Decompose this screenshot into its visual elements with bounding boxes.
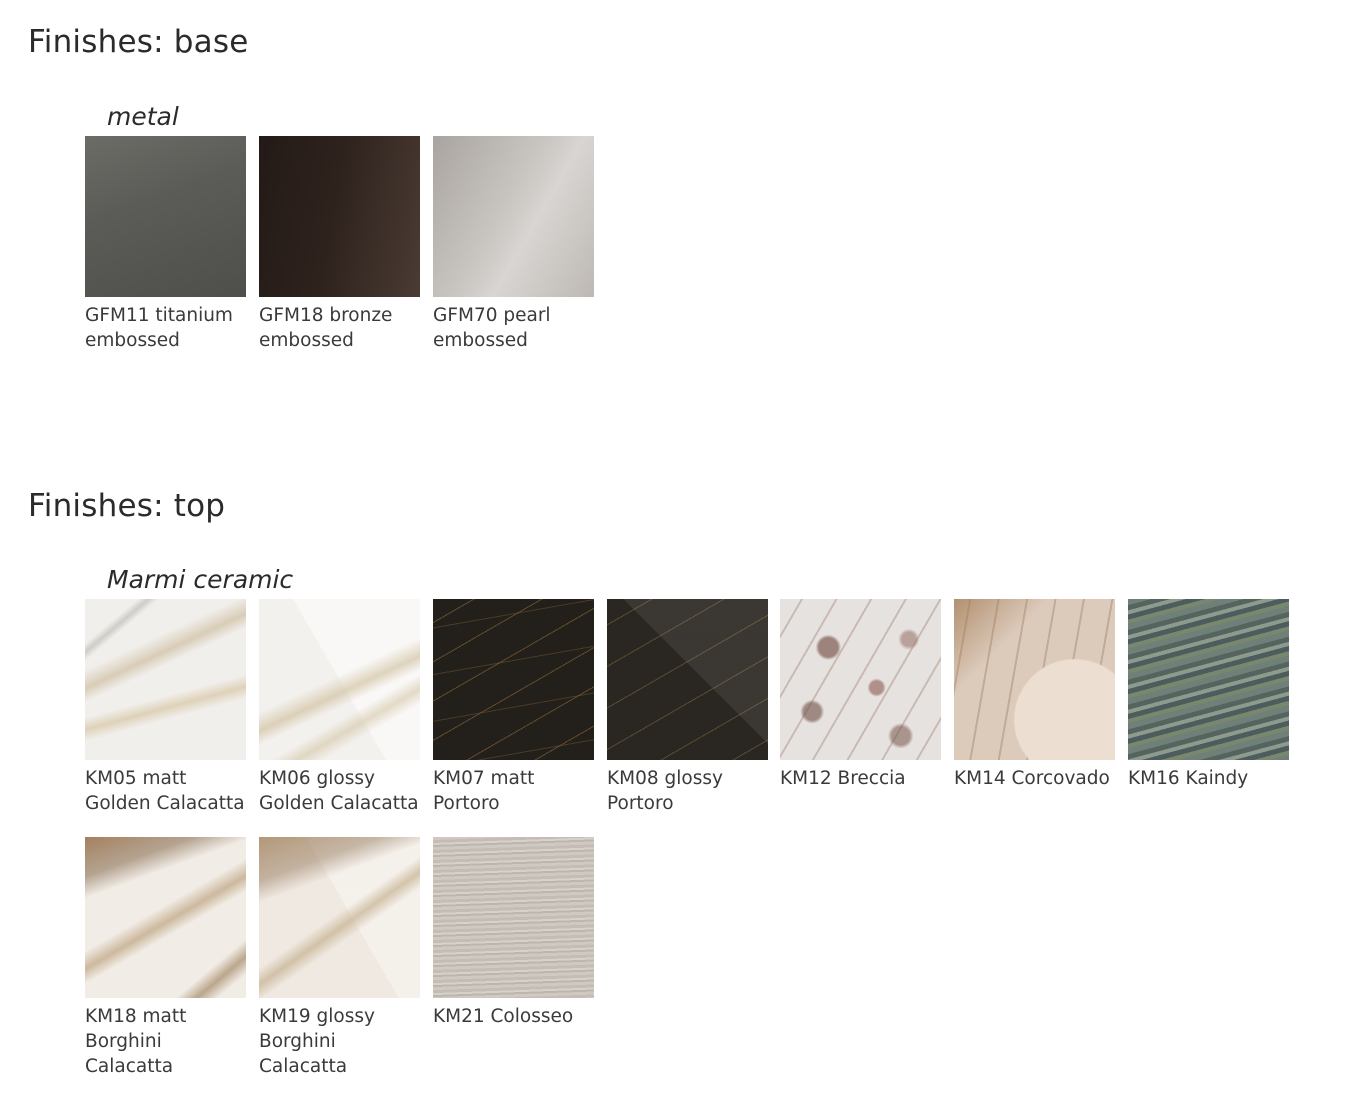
swatch-label: GFM18 bronze embossed <box>259 305 393 351</box>
finish-sample-image <box>85 599 246 760</box>
swatch-gfm11[interactable]: GFM11 titanium embossed <box>85 136 246 353</box>
swatch-km06[interactable]: KM06 glossy Golden Calacatta <box>259 599 420 816</box>
swatch-label: GFM70 pearl embossed <box>433 305 551 351</box>
finish-sample-image <box>259 136 420 297</box>
swatch-km05[interactable]: KM05 matt Golden Calacatta <box>85 599 246 816</box>
finish-sample-image <box>433 136 594 297</box>
swatch-gfm70[interactable]: GFM70 pearl embossed <box>433 136 594 353</box>
group-title-marmi-ceramic: Marmi ceramic <box>107 565 294 594</box>
swatch-label: KM06 glossy Golden Calacatta <box>259 768 419 814</box>
swatch-km21[interactable]: KM21 Colosseo <box>433 837 594 1029</box>
swatch-gfm18[interactable]: GFM18 bronze embossed <box>259 136 420 353</box>
swatch-label: KM08 glossy Portoro <box>607 768 723 814</box>
swatch-label: KM12 Breccia <box>780 768 906 789</box>
finish-sample-image <box>85 136 246 297</box>
finish-sample-image <box>85 837 246 998</box>
swatch-km14[interactable]: KM14 Corcovado <box>954 599 1115 791</box>
swatch-label: KM14 Corcovado <box>954 768 1110 789</box>
swatch-km07[interactable]: KM07 matt Portoro <box>433 599 594 816</box>
swatch-label: KM18 matt Borghini Calacatta <box>85 1006 187 1077</box>
swatch-km16[interactable]: KM16 Kaindy <box>1128 599 1289 791</box>
swatch-label: GFM11 titanium embossed <box>85 305 233 351</box>
swatch-km19[interactable]: KM19 glossy Borghini Calacatta <box>259 837 420 1079</box>
swatch-km18[interactable]: KM18 matt Borghini Calacatta <box>85 837 246 1079</box>
finish-sample-image <box>433 599 594 760</box>
finish-sample-image <box>433 837 594 998</box>
section-title-top: Finishes: top <box>28 488 226 524</box>
finish-sample-image <box>259 599 420 760</box>
swatch-label: KM05 matt Golden Calacatta <box>85 768 245 814</box>
swatch-km08[interactable]: KM08 glossy Portoro <box>607 599 768 816</box>
swatch-label: KM07 matt Portoro <box>433 768 535 814</box>
finish-sample-image <box>259 837 420 998</box>
swatch-label: KM16 Kaindy <box>1128 768 1249 789</box>
finish-sample-image <box>1128 599 1289 760</box>
finish-sample-image <box>607 599 768 760</box>
finish-sample-image <box>954 599 1115 760</box>
swatch-label: KM21 Colosseo <box>433 1006 574 1027</box>
finish-sample-image <box>780 599 941 760</box>
swatch-label: KM19 glossy Borghini Calacatta <box>259 1006 375 1077</box>
section-title-base: Finishes: base <box>28 24 249 60</box>
swatch-km12[interactable]: KM12 Breccia <box>780 599 941 791</box>
group-title-metal: metal <box>107 102 179 131</box>
